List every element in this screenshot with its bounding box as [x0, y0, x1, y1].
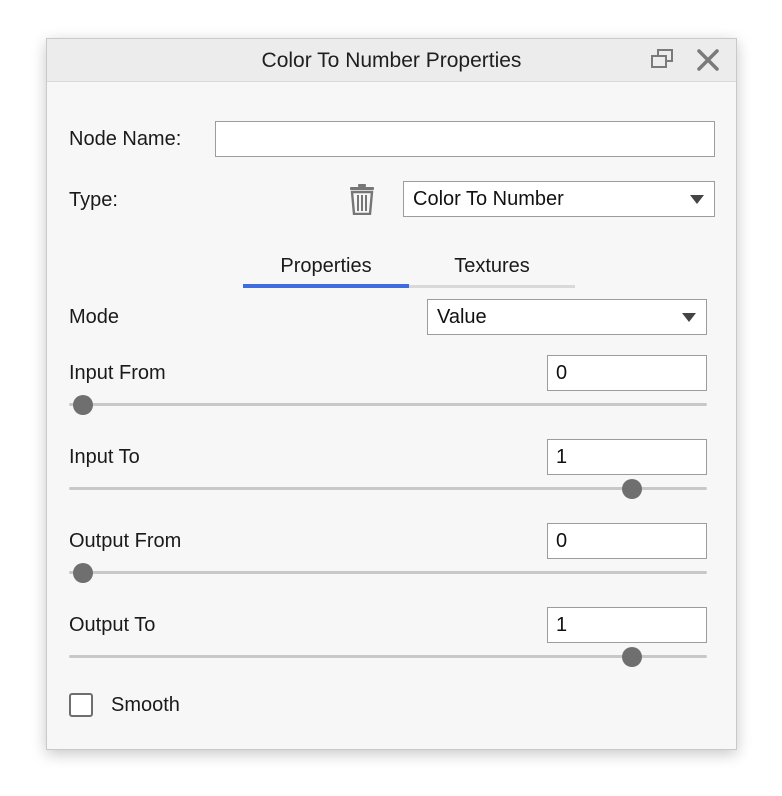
mode-select-value: Value [437, 306, 487, 328]
output-to-label: Output To [69, 614, 156, 636]
tab-properties-label: Properties [280, 255, 372, 277]
dialog-title: Color To Number Properties [261, 49, 522, 72]
restore-window-icon[interactable] [650, 48, 674, 70]
slider-thumb[interactable] [73, 563, 93, 583]
input-to-label: Input To [69, 446, 140, 468]
input-from-slider[interactable] [69, 395, 707, 415]
slider-thumb[interactable] [622, 647, 642, 667]
tab-textures[interactable]: Textures [409, 249, 575, 287]
output-to-field[interactable] [547, 607, 707, 643]
slider-thumb[interactable] [622, 479, 642, 499]
slider-thumb[interactable] [73, 395, 93, 415]
tab-properties[interactable]: Properties [243, 249, 409, 287]
close-icon[interactable] [696, 48, 720, 72]
slider-track [69, 571, 707, 574]
output-to-slider[interactable] [69, 647, 707, 667]
tab-textures-label: Textures [454, 255, 530, 277]
type-select-value: Color To Number [413, 188, 564, 210]
trash-icon[interactable] [346, 183, 378, 215]
slider-track [69, 655, 707, 658]
output-from-field[interactable] [547, 523, 707, 559]
properties-dialog: Color To Number Properties Node Name: Ty… [46, 38, 737, 750]
slider-track [69, 487, 707, 490]
output-from-label: Output From [69, 530, 182, 552]
input-to-field[interactable] [547, 439, 707, 475]
type-label: Type: [69, 189, 118, 211]
smooth-checkbox[interactable] [69, 693, 93, 717]
node-name-label: Node Name: [69, 128, 182, 150]
mode-label: Mode [69, 306, 120, 328]
chevron-down-icon [682, 313, 696, 322]
slider-track [69, 403, 707, 406]
node-name-input[interactable] [215, 121, 715, 157]
smooth-label: Smooth [111, 694, 180, 716]
input-from-label: Input From [69, 362, 166, 384]
output-from-slider[interactable] [69, 563, 707, 583]
inactive-tab-indicator [409, 285, 575, 288]
chevron-down-icon [690, 195, 704, 204]
active-tab-indicator [243, 284, 409, 288]
input-from-field[interactable] [547, 355, 707, 391]
input-to-slider[interactable] [69, 479, 707, 499]
type-select[interactable]: Color To Number [403, 181, 715, 217]
mode-select[interactable]: Value [427, 299, 707, 335]
title-bar[interactable]: Color To Number Properties [47, 39, 736, 82]
